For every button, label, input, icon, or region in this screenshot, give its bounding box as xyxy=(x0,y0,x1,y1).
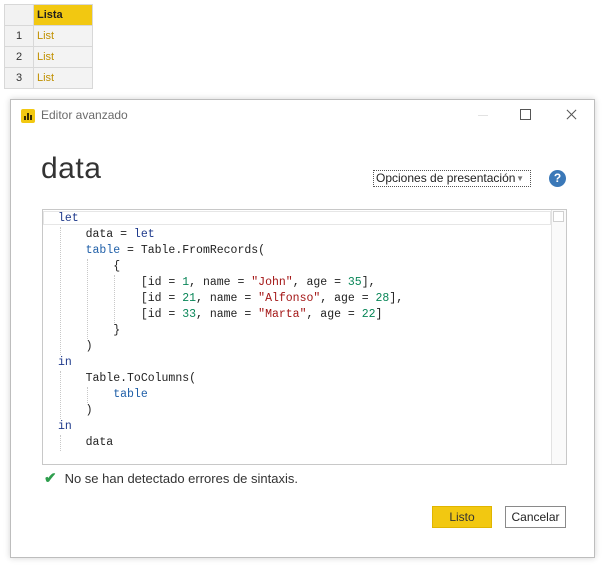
close-button[interactable] xyxy=(551,100,591,130)
code-line: data xyxy=(58,436,114,449)
query-name: data xyxy=(41,152,102,185)
code-line: } xyxy=(58,324,121,337)
vertical-scrollbar[interactable] xyxy=(551,210,566,464)
code-line: table xyxy=(113,388,148,401)
done-button[interactable]: Listo xyxy=(432,506,492,528)
dropdown-label: Opciones de presentación xyxy=(376,171,516,185)
code-line: in xyxy=(58,420,72,433)
code-line: ) xyxy=(58,404,93,417)
maximize-button[interactable] xyxy=(506,100,546,130)
title-bar: Editor avanzado xyxy=(11,100,594,130)
code-editor[interactable]: let data = let table = Table.FromRecords… xyxy=(42,209,567,465)
advanced-editor-dialog: Editor avanzado data Opciones de present… xyxy=(10,99,595,558)
minimize-button[interactable] xyxy=(464,100,504,130)
code-line: [id = 1, name = "John", age = 35], xyxy=(58,276,376,289)
code-line: [id = 33, name = "Marta", age = 22] xyxy=(58,308,383,321)
minimize-icon xyxy=(478,115,488,116)
syntax-status-text: No se han detectado errores de sintaxis. xyxy=(64,471,298,486)
code-line: let xyxy=(58,212,79,225)
scroll-thumb[interactable] xyxy=(553,211,564,222)
maximize-icon xyxy=(520,109,531,120)
code-line: { xyxy=(58,260,121,273)
table-cell[interactable]: List xyxy=(33,25,93,47)
checkmark-icon: ✔ xyxy=(44,470,57,487)
question-circle-icon[interactable]: ? xyxy=(549,170,566,187)
results-grid: Lista 1 List 2 List 3 List xyxy=(4,4,93,89)
presentation-options-dropdown[interactable]: Opciones de presentación ▼ xyxy=(373,170,531,187)
code-line: [id = 21, name = "Alfonso", age = 28], xyxy=(58,292,404,305)
power-bi-icon xyxy=(21,109,35,123)
code-line: ) xyxy=(58,340,93,353)
row-number: 2 xyxy=(4,46,34,68)
cancel-button[interactable]: Cancelar xyxy=(505,506,566,528)
code-line: data = let xyxy=(58,228,155,241)
code-line: Table.ToColumns( xyxy=(58,372,197,385)
code-line: in xyxy=(58,356,72,369)
row-number: 3 xyxy=(4,67,34,89)
table-cell[interactable]: List xyxy=(33,46,93,68)
syntax-status: ✔ No se han detectado errores de sintaxis… xyxy=(44,469,298,487)
table-cell[interactable]: List xyxy=(33,67,93,89)
row-number: 1 xyxy=(4,25,34,47)
grid-corner[interactable] xyxy=(4,4,34,26)
code-text[interactable]: let data = let table = Table.FromRecords… xyxy=(58,211,403,451)
chevron-down-icon: ▼ xyxy=(516,174,524,183)
column-header-lista[interactable]: Lista xyxy=(33,4,93,26)
code-line: table = Table.FromRecords( xyxy=(85,244,266,257)
dialog-title: Editor avanzado xyxy=(41,108,128,122)
